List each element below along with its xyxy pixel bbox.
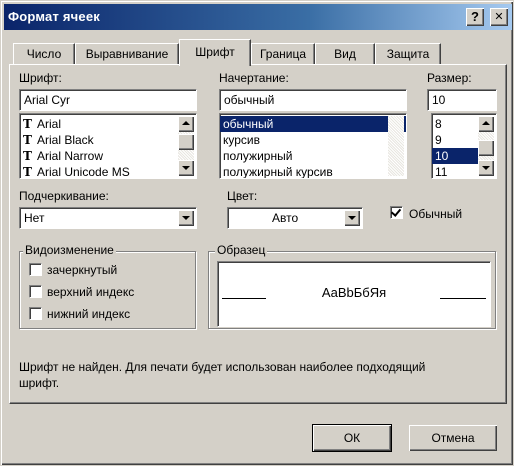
strikethrough-label[interactable]: зачеркнутый — [47, 263, 117, 277]
tab-alignment[interactable]: Выравнивание — [75, 43, 179, 65]
title-bar[interactable]: Формат ячеек ? ✕ — [4, 4, 512, 30]
font-label: Шрифт: — [19, 71, 62, 85]
list-item[interactable]: полужирный — [220, 148, 406, 164]
list-item[interactable]: курсив — [220, 132, 406, 148]
arrow-up-icon — [482, 121, 490, 125]
list-item[interactable]: 11 — [432, 164, 478, 178]
scroll-thumb[interactable] — [178, 134, 194, 150]
arrow-down-icon — [482, 166, 490, 170]
color-label: Цвет: — [227, 189, 258, 203]
normal-font-label[interactable]: Обычный — [409, 207, 462, 221]
arrow-down-icon — [182, 166, 190, 170]
truetype-icon: T — [23, 149, 32, 163]
ok-button[interactable]: ОК — [312, 424, 392, 452]
scroll-up-button[interactable] — [478, 116, 494, 132]
list-item[interactable]: T Arial — [20, 116, 196, 132]
chevron-down-icon — [182, 216, 190, 220]
info-text: Шрифт не найден. Для печати будет исполь… — [19, 360, 426, 390]
strikethrough-checkbox[interactable] — [29, 263, 42, 276]
sample-text: АаВbБбЯя — [321, 285, 387, 300]
tab-protection[interactable]: Защита — [375, 43, 441, 65]
normal-font-checkbox[interactable] — [390, 206, 403, 219]
color-select[interactable]: Авто — [227, 207, 363, 229]
style-list-scrollbar[interactable] — [388, 116, 404, 176]
list-item[interactable]: T Arial Unicode MS — [20, 164, 196, 179]
cancel-button[interactable]: Отмена — [409, 425, 497, 451]
font-list-scrollbar[interactable] — [178, 116, 194, 176]
underline-value: Нет — [24, 211, 45, 225]
chevron-down-icon — [348, 216, 356, 220]
tab-number[interactable]: Число — [13, 43, 75, 65]
help-button[interactable]: ? — [466, 8, 484, 26]
truetype-icon: T — [23, 133, 32, 147]
list-item[interactable]: полужирный курсив — [220, 164, 406, 178]
sample-preview: АаВbБбЯя — [217, 261, 491, 327]
list-item[interactable]: 10 — [432, 148, 478, 164]
sample-title: Образец — [215, 243, 268, 257]
tab-view[interactable]: Вид — [315, 43, 375, 65]
arrow-up-icon — [182, 121, 190, 125]
size-label: Размер: — [427, 71, 472, 85]
superscript-label[interactable]: верхний индекс — [47, 285, 134, 299]
list-item[interactable]: 8 — [432, 116, 478, 132]
truetype-icon: T — [23, 165, 32, 179]
font-input[interactable]: Arial Cyr — [19, 89, 197, 111]
list-item[interactable]: T Arial Narrow — [20, 148, 196, 164]
size-input[interactable]: 10 — [427, 89, 497, 111]
style-list[interactable]: обычный курсив полужирный полужирный кур… — [219, 113, 407, 179]
scroll-thumb[interactable] — [478, 140, 494, 156]
tab-border[interactable]: Граница — [251, 43, 315, 65]
format-cells-dialog: Формат ячеек ? ✕ Число Выравнивание Шриф… — [0, 0, 514, 466]
dropdown-button[interactable] — [344, 210, 360, 226]
subscript-checkbox[interactable] — [29, 307, 42, 320]
underline-select[interactable]: Нет — [19, 207, 197, 229]
tab-font[interactable]: Шрифт — [179, 39, 251, 66]
list-item[interactable]: обычный — [220, 116, 406, 132]
effects-title: Видоизменение — [23, 243, 116, 257]
size-list[interactable]: 8 9 10 11 — [431, 113, 497, 179]
style-input[interactable]: обычный — [219, 89, 407, 111]
superscript-checkbox[interactable] — [29, 285, 42, 298]
scroll-down-button[interactable] — [178, 160, 194, 176]
close-button[interactable]: ✕ — [490, 8, 508, 26]
check-icon — [390, 206, 402, 217]
scroll-down-button[interactable] — [478, 160, 494, 176]
color-value: Авто — [272, 211, 299, 225]
truetype-icon: T — [23, 117, 32, 131]
font-list[interactable]: T Arial T Arial Black T Arial Narrow T Arial… — [19, 113, 197, 179]
underline-label: Подчеркивание: — [19, 189, 109, 203]
style-label: Начертание: — [219, 71, 289, 85]
dropdown-button[interactable] — [178, 210, 194, 226]
list-item[interactable]: T Arial Black — [20, 132, 196, 148]
scroll-up-button[interactable] — [178, 116, 194, 132]
subscript-label[interactable]: нижний индекс — [47, 307, 130, 321]
size-list-scrollbar[interactable] — [478, 116, 494, 176]
list-item[interactable]: 9 — [432, 132, 478, 148]
window-title: Формат ячеек — [8, 9, 100, 24]
